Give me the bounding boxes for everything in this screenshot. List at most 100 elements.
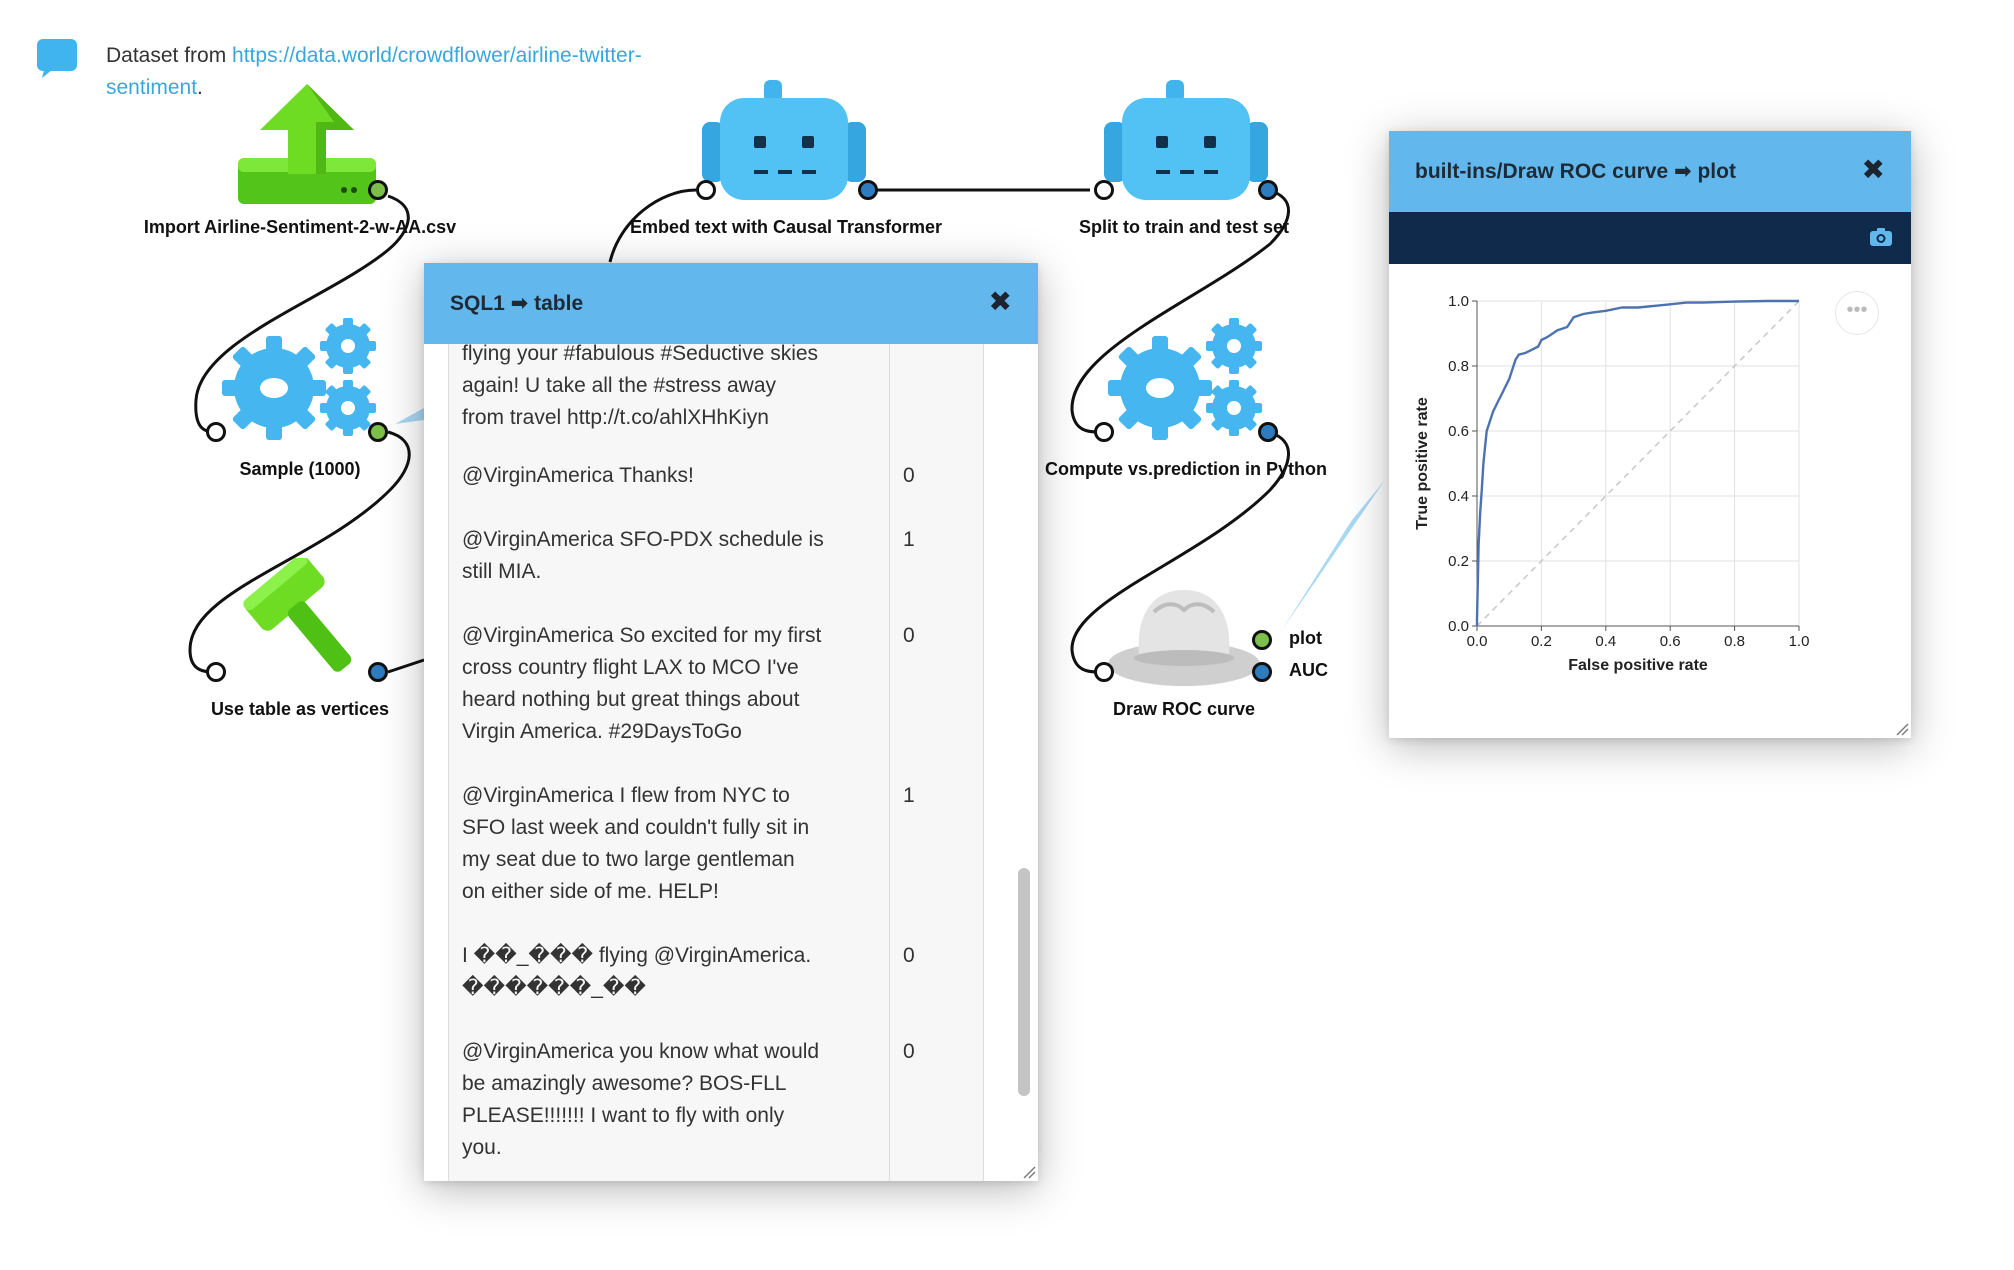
compute-box-label[interactable]: Compute vs.prediction in Python bbox=[1045, 459, 1327, 480]
cowboy-hat-icon[interactable] bbox=[1104, 572, 1264, 692]
text-cell-line: SFO last week and couldn't fully sit in bbox=[462, 816, 810, 839]
comment-bubble-icon[interactable] bbox=[36, 38, 78, 78]
value-cell: 0 bbox=[903, 1040, 915, 1063]
text-cell-line: @VirginAmerica SFO-PDX schedule is bbox=[462, 528, 824, 551]
roc-plot-popup[interactable]: built-ins/Draw ROC curve ➡ plot ✖ ••• 0.… bbox=[1389, 131, 1911, 738]
y-tick-label: 0.6 bbox=[1448, 423, 1469, 440]
comment-suffix: . bbox=[197, 76, 203, 99]
x-tick-label: 0.0 bbox=[1467, 633, 1488, 650]
text-cell-line: PLEASE!!!!!!! I want to fly with only bbox=[462, 1104, 785, 1127]
y-tick-label: 0.2 bbox=[1448, 553, 1469, 570]
column-divider bbox=[889, 930, 890, 1026]
vertices-box-label[interactable]: Use table as vertices bbox=[211, 699, 389, 720]
dataset-link-line1: https://data.world/crowdflower/airline-t… bbox=[232, 44, 642, 67]
text-cell: @VirginAmerica Thanks! bbox=[462, 460, 852, 492]
text-cell-line: Virgin America. #29DaysToGo bbox=[462, 720, 742, 743]
text-cell: @VirginAmerica So excited for my first cr… bbox=[462, 620, 852, 748]
split-output-port[interactable] bbox=[1258, 180, 1278, 200]
import-box-label[interactable]: Import Airline-Sentiment-2-w-AA.csv bbox=[144, 217, 456, 238]
table-row: @VirginAmerica Thanks! 0 bbox=[448, 450, 983, 515]
sample-output-port[interactable] bbox=[368, 422, 388, 442]
roc-popup-pointer bbox=[1282, 480, 1385, 630]
table-row: flying your #fabulous #Seductive skies ag… bbox=[448, 344, 983, 451]
gears-sample-icon[interactable] bbox=[216, 318, 386, 442]
x-axis-label: False positive rate bbox=[1568, 657, 1708, 674]
text-cell-line: again! U take all the #stress away bbox=[462, 374, 776, 397]
sql-popup-header[interactable]: SQL1 ➡ table ✖ bbox=[424, 263, 1038, 344]
vertices-input-port[interactable] bbox=[206, 662, 226, 682]
text-cell-line: still MIA. bbox=[462, 560, 542, 583]
x-tick-label: 0.6 bbox=[1660, 633, 1681, 650]
embed-input-port[interactable] bbox=[696, 180, 716, 200]
text-cell: I ��_��� flying @VirginAmerica. ������_�� bbox=[462, 940, 852, 1004]
table-row: @VirginAmerica So excited for my first cr… bbox=[448, 610, 983, 771]
y-tick-label: 1.0 bbox=[1448, 293, 1469, 310]
table-row: @VirginAmerica you know what would be ama… bbox=[448, 1026, 983, 1181]
roc-popup-header[interactable]: built-ins/Draw ROC curve ➡ plot ✖ bbox=[1389, 131, 1911, 212]
sample-box-label[interactable]: Sample (1000) bbox=[239, 459, 360, 480]
roc-popup-close-icon[interactable]: ✖ bbox=[1862, 155, 1885, 185]
roc-resize-grip-icon[interactable] bbox=[1895, 722, 1909, 736]
table-left-border bbox=[448, 344, 449, 1181]
table-row: @VirginAmerica I flew from NYC to SFO las… bbox=[448, 770, 983, 931]
sql-table-popup[interactable]: SQL1 ➡ table ✖ flying your #fabulous #Se… bbox=[424, 263, 1038, 1181]
table-row: @VirginAmerica SFO-PDX schedule is still … bbox=[448, 514, 983, 611]
import-output-port[interactable] bbox=[368, 180, 388, 200]
y-tick-label: 0.8 bbox=[1448, 358, 1469, 375]
x-tick-label: 0.8 bbox=[1724, 633, 1745, 650]
value-cell: 0 bbox=[903, 944, 915, 967]
roc-plot-output-port[interactable] bbox=[1252, 630, 1272, 650]
y-tick-label: 0.4 bbox=[1448, 488, 1469, 505]
column-divider bbox=[889, 770, 890, 930]
text-cell-line: @VirginAmerica I flew from NYC to bbox=[462, 784, 790, 807]
roc-chart: 0.0 0.2 0.4 0.6 0.8 1.0 0.0 0.2 0.4 0.6 0.8 1.0 Fals… bbox=[1414, 293, 1810, 674]
comment-prefix: Dataset from bbox=[106, 44, 233, 67]
gavel-icon[interactable] bbox=[228, 558, 378, 688]
compute-output-port[interactable] bbox=[1258, 422, 1278, 442]
vertices-output-port[interactable] bbox=[368, 662, 388, 682]
x-tick-label: 1.0 bbox=[1789, 633, 1810, 650]
column-divider bbox=[889, 450, 890, 514]
sql-resize-grip-icon[interactable] bbox=[1022, 1165, 1036, 1179]
sample-input-port[interactable] bbox=[206, 422, 226, 442]
text-cell-line: @VirginAmerica Thanks! bbox=[462, 464, 694, 487]
robot-split-icon[interactable] bbox=[1100, 78, 1272, 208]
text-cell: @VirginAmerica I flew from NYC to SFO las… bbox=[462, 780, 852, 908]
auc-port-label: AUC bbox=[1289, 660, 1328, 680]
text-cell-line: my seat due to two large gentleman bbox=[462, 848, 795, 871]
x-tick-label: 0.2 bbox=[1531, 633, 1552, 650]
roc-auc-output-port[interactable] bbox=[1252, 662, 1272, 682]
workspace-canvas[interactable]: Dataset from https://data.world/crowdflo… bbox=[0, 0, 2014, 1270]
camera-icon[interactable] bbox=[1869, 226, 1893, 248]
x-tick-label: 0.4 bbox=[1595, 633, 1616, 650]
split-box-label[interactable]: Split to train and test set bbox=[1079, 217, 1289, 238]
text-cell-line: on either side of me. HELP! bbox=[462, 880, 719, 903]
value-cell: 0 bbox=[903, 464, 915, 487]
table-row: I ��_��� flying @VirginAmerica. ������_��… bbox=[448, 930, 983, 1027]
text-cell-line: you. bbox=[462, 1136, 502, 1159]
text-cell-line: be amazingly awesome? BOS-FLL bbox=[462, 1072, 787, 1095]
upload-icon[interactable] bbox=[232, 82, 382, 212]
robot-embed-icon[interactable] bbox=[698, 78, 870, 208]
embed-output-port[interactable] bbox=[858, 180, 878, 200]
y-tick-label: 0.0 bbox=[1448, 618, 1469, 635]
text-cell: @VirginAmerica SFO-PDX schedule is still … bbox=[462, 524, 852, 588]
text-cell: flying your #fabulous #Seductive skies ag… bbox=[462, 344, 852, 434]
embed-box-label[interactable]: Embed text with Causal Transformer bbox=[630, 217, 942, 238]
sql-table-body[interactable]: flying your #fabulous #Seductive skies ag… bbox=[424, 344, 1038, 1181]
table-right-border bbox=[983, 344, 984, 1181]
split-input-port[interactable] bbox=[1094, 180, 1114, 200]
dataset-link-line2: sentiment bbox=[106, 76, 198, 99]
compute-input-port[interactable] bbox=[1094, 422, 1114, 442]
text-cell-line: from travel http://t.co/ahlXHhKiyn bbox=[462, 406, 769, 429]
sql-scrollbar-thumb[interactable] bbox=[1018, 868, 1030, 1096]
roc-input-port[interactable] bbox=[1094, 662, 1114, 682]
column-divider bbox=[889, 344, 890, 450]
text-cell-line: @VirginAmerica So excited for my first bbox=[462, 624, 822, 647]
roc-popup-toolbar bbox=[1389, 212, 1911, 264]
value-cell: 1 bbox=[903, 784, 915, 807]
gears-compute-icon[interactable] bbox=[1102, 318, 1272, 442]
sql-popup-close-icon[interactable]: ✖ bbox=[989, 287, 1012, 317]
roc-box-label[interactable]: Draw ROC curve bbox=[1113, 699, 1255, 720]
plot-port-label: plot bbox=[1289, 628, 1322, 648]
